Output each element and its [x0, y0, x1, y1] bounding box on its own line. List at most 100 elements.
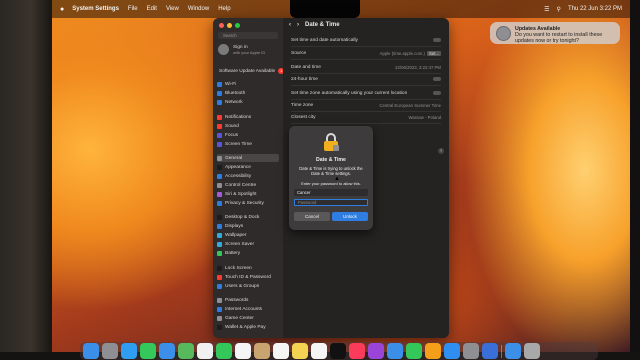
- sidebar-item-icon: [217, 241, 222, 247]
- source-label: Source: [291, 50, 307, 56]
- launchpad-icon[interactable]: [102, 343, 118, 359]
- update-notification[interactable]: Updates Available Do you want to restart…: [490, 22, 620, 44]
- forward-icon[interactable]: ›: [297, 22, 299, 28]
- numbers-icon[interactable]: [406, 343, 422, 359]
- sidebar-item-internet-accounts[interactable]: Internet Accounts: [217, 305, 279, 313]
- system-settings-icon[interactable]: [463, 343, 479, 359]
- freeform-icon[interactable]: [311, 343, 327, 359]
- menu-edit[interactable]: Edit: [147, 6, 157, 12]
- unlock-button[interactable]: Unlock: [332, 212, 368, 221]
- auto-timezone-label: Set time zone automatically using your c…: [291, 90, 408, 96]
- sidebar-item-label: Game Center: [225, 315, 254, 321]
- search-input[interactable]: Search: [218, 32, 278, 39]
- messages-icon[interactable]: [140, 343, 156, 359]
- source-set-button[interactable]: Set...: [426, 50, 441, 56]
- timezone-value[interactable]: Central European Summer Time: [379, 103, 441, 108]
- photos-icon[interactable]: [197, 343, 213, 359]
- keynote-icon[interactable]: [387, 343, 403, 359]
- sidebar-item-battery[interactable]: Battery: [217, 249, 279, 257]
- notes-icon[interactable]: [292, 343, 308, 359]
- sidebar-item-icon: [217, 315, 222, 321]
- maps-icon[interactable]: [178, 343, 194, 359]
- sidebar-item-wallet-apple-pay[interactable]: Wallet & Apple Pay: [217, 323, 279, 331]
- sidebar-item-label: Focus: [225, 132, 239, 138]
- help-icon[interactable]: ?: [438, 148, 444, 154]
- sidebar-item-lock-screen[interactable]: Lock Screen: [217, 264, 279, 272]
- menu-clock[interactable]: Thu 22 Jun 3:22 PM: [568, 6, 622, 12]
- sidebar-item-notifications[interactable]: Notifications: [217, 113, 279, 121]
- unlock-dialog: Date & Time Date & Time is trying to unl…: [289, 126, 373, 230]
- sidebar-item-sound[interactable]: Sound: [217, 122, 279, 130]
- password-field[interactable]: Password: [294, 199, 368, 206]
- podcasts-icon[interactable]: [368, 343, 384, 359]
- menu-file[interactable]: File: [128, 6, 138, 12]
- apple-tv-icon[interactable]: [330, 343, 346, 359]
- sidebar-item-screen-saver[interactable]: Screen Saver: [217, 240, 279, 248]
- iphone-mirroring-icon[interactable]: [482, 343, 498, 359]
- calendar-icon[interactable]: [235, 343, 251, 359]
- finder-icon[interactable]: [83, 343, 99, 359]
- apple-icon[interactable]: ●: [60, 6, 64, 13]
- pages-icon[interactable]: [425, 343, 441, 359]
- date-time-value[interactable]: 22/06/2023, 3:22:47 PM: [395, 65, 441, 70]
- safari-icon[interactable]: [121, 343, 137, 359]
- auto-time-label: Set time and date automatically: [291, 37, 358, 43]
- sidebar-item-desktop-dock[interactable]: Desktop & Dock: [217, 213, 279, 221]
- closest-city-value[interactable]: Warsaw - Poland: [408, 115, 441, 120]
- 24-hour-toggle[interactable]: [433, 77, 441, 81]
- app-store-icon[interactable]: [444, 343, 460, 359]
- sidebar-item-screen-time[interactable]: Screen Time: [217, 140, 279, 148]
- sidebar-item-bluetooth[interactable]: Bluetooth: [217, 89, 279, 97]
- sidebar-item-label: General: [225, 155, 243, 161]
- sidebar-item-privacy-security[interactable]: Privacy & Security: [217, 199, 279, 207]
- search-icon[interactable]: ⚲: [557, 6, 561, 13]
- sidebar-item-touch-id-password[interactable]: Touch ID & Password: [217, 273, 279, 281]
- sidebar-item-appearance[interactable]: Appearance: [217, 163, 279, 171]
- control-centre-icon[interactable]: ☰: [544, 6, 549, 13]
- sidebar-item-passwords[interactable]: Passwords: [217, 296, 279, 304]
- menu-window[interactable]: Window: [188, 6, 209, 12]
- sidebar-item-label: Battery: [225, 250, 241, 256]
- trash-icon[interactable]: [524, 343, 540, 359]
- sidebar-item-siri-spotlight[interactable]: Siri & Spotlight: [217, 190, 279, 198]
- software-update-item[interactable]: Software Update Available 1: [219, 68, 285, 74]
- menu-view[interactable]: View: [166, 6, 179, 12]
- sidebar-item-accessibility[interactable]: Accessibility: [217, 172, 279, 180]
- minimize-button[interactable]: [227, 23, 232, 28]
- auto-timezone-toggle[interactable]: [433, 91, 441, 95]
- username-field[interactable]: Cancer: [294, 189, 368, 196]
- menu-app-name[interactable]: System Settings: [72, 6, 119, 12]
- menu-help[interactable]: Help: [218, 6, 230, 12]
- sidebar-item-label: Displays: [225, 223, 244, 229]
- mail-icon[interactable]: [159, 343, 175, 359]
- contacts-icon[interactable]: [254, 343, 270, 359]
- monitor-bezel-left: [0, 0, 52, 360]
- sidebar-item-icon: [217, 114, 222, 120]
- sidebar-item-icon: [217, 141, 222, 147]
- page-title: Date & Time: [305, 22, 340, 28]
- window-controls: [219, 23, 240, 28]
- back-icon[interactable]: ‹: [289, 22, 291, 28]
- sidebar-item-icon: [217, 265, 222, 271]
- downloads-folder-icon[interactable]: [505, 343, 521, 359]
- sidebar-item-wi-fi[interactable]: Wi-Fi: [217, 80, 279, 88]
- sidebar-item-users-groups[interactable]: Users & Groups: [217, 282, 279, 290]
- sidebar-item-label: Sound: [225, 123, 239, 129]
- zoom-button[interactable]: [235, 23, 240, 28]
- cancel-button[interactable]: Cancel: [294, 212, 330, 221]
- sidebar-item-network[interactable]: Network: [217, 98, 279, 106]
- sidebar-item-general[interactable]: General: [217, 154, 279, 162]
- close-button[interactable]: [219, 23, 224, 28]
- sidebar-item-control-centre[interactable]: Control Centre: [217, 181, 279, 189]
- sidebar-item-focus[interactable]: Focus: [217, 131, 279, 139]
- auto-time-toggle[interactable]: [433, 38, 441, 42]
- sidebar-item-icon: [217, 324, 222, 330]
- sidebar-item-label: Touch ID & Password: [225, 274, 271, 280]
- sidebar-item-label: Internet Accounts: [225, 306, 263, 312]
- facetime-icon[interactable]: [216, 343, 232, 359]
- sidebar-item-wallpaper[interactable]: Wallpaper: [217, 231, 279, 239]
- sidebar-item-displays[interactable]: Displays: [217, 222, 279, 230]
- music-icon[interactable]: [349, 343, 365, 359]
- sidebar-item-game-center[interactable]: Game Center: [217, 314, 279, 322]
- reminders-icon[interactable]: [273, 343, 289, 359]
